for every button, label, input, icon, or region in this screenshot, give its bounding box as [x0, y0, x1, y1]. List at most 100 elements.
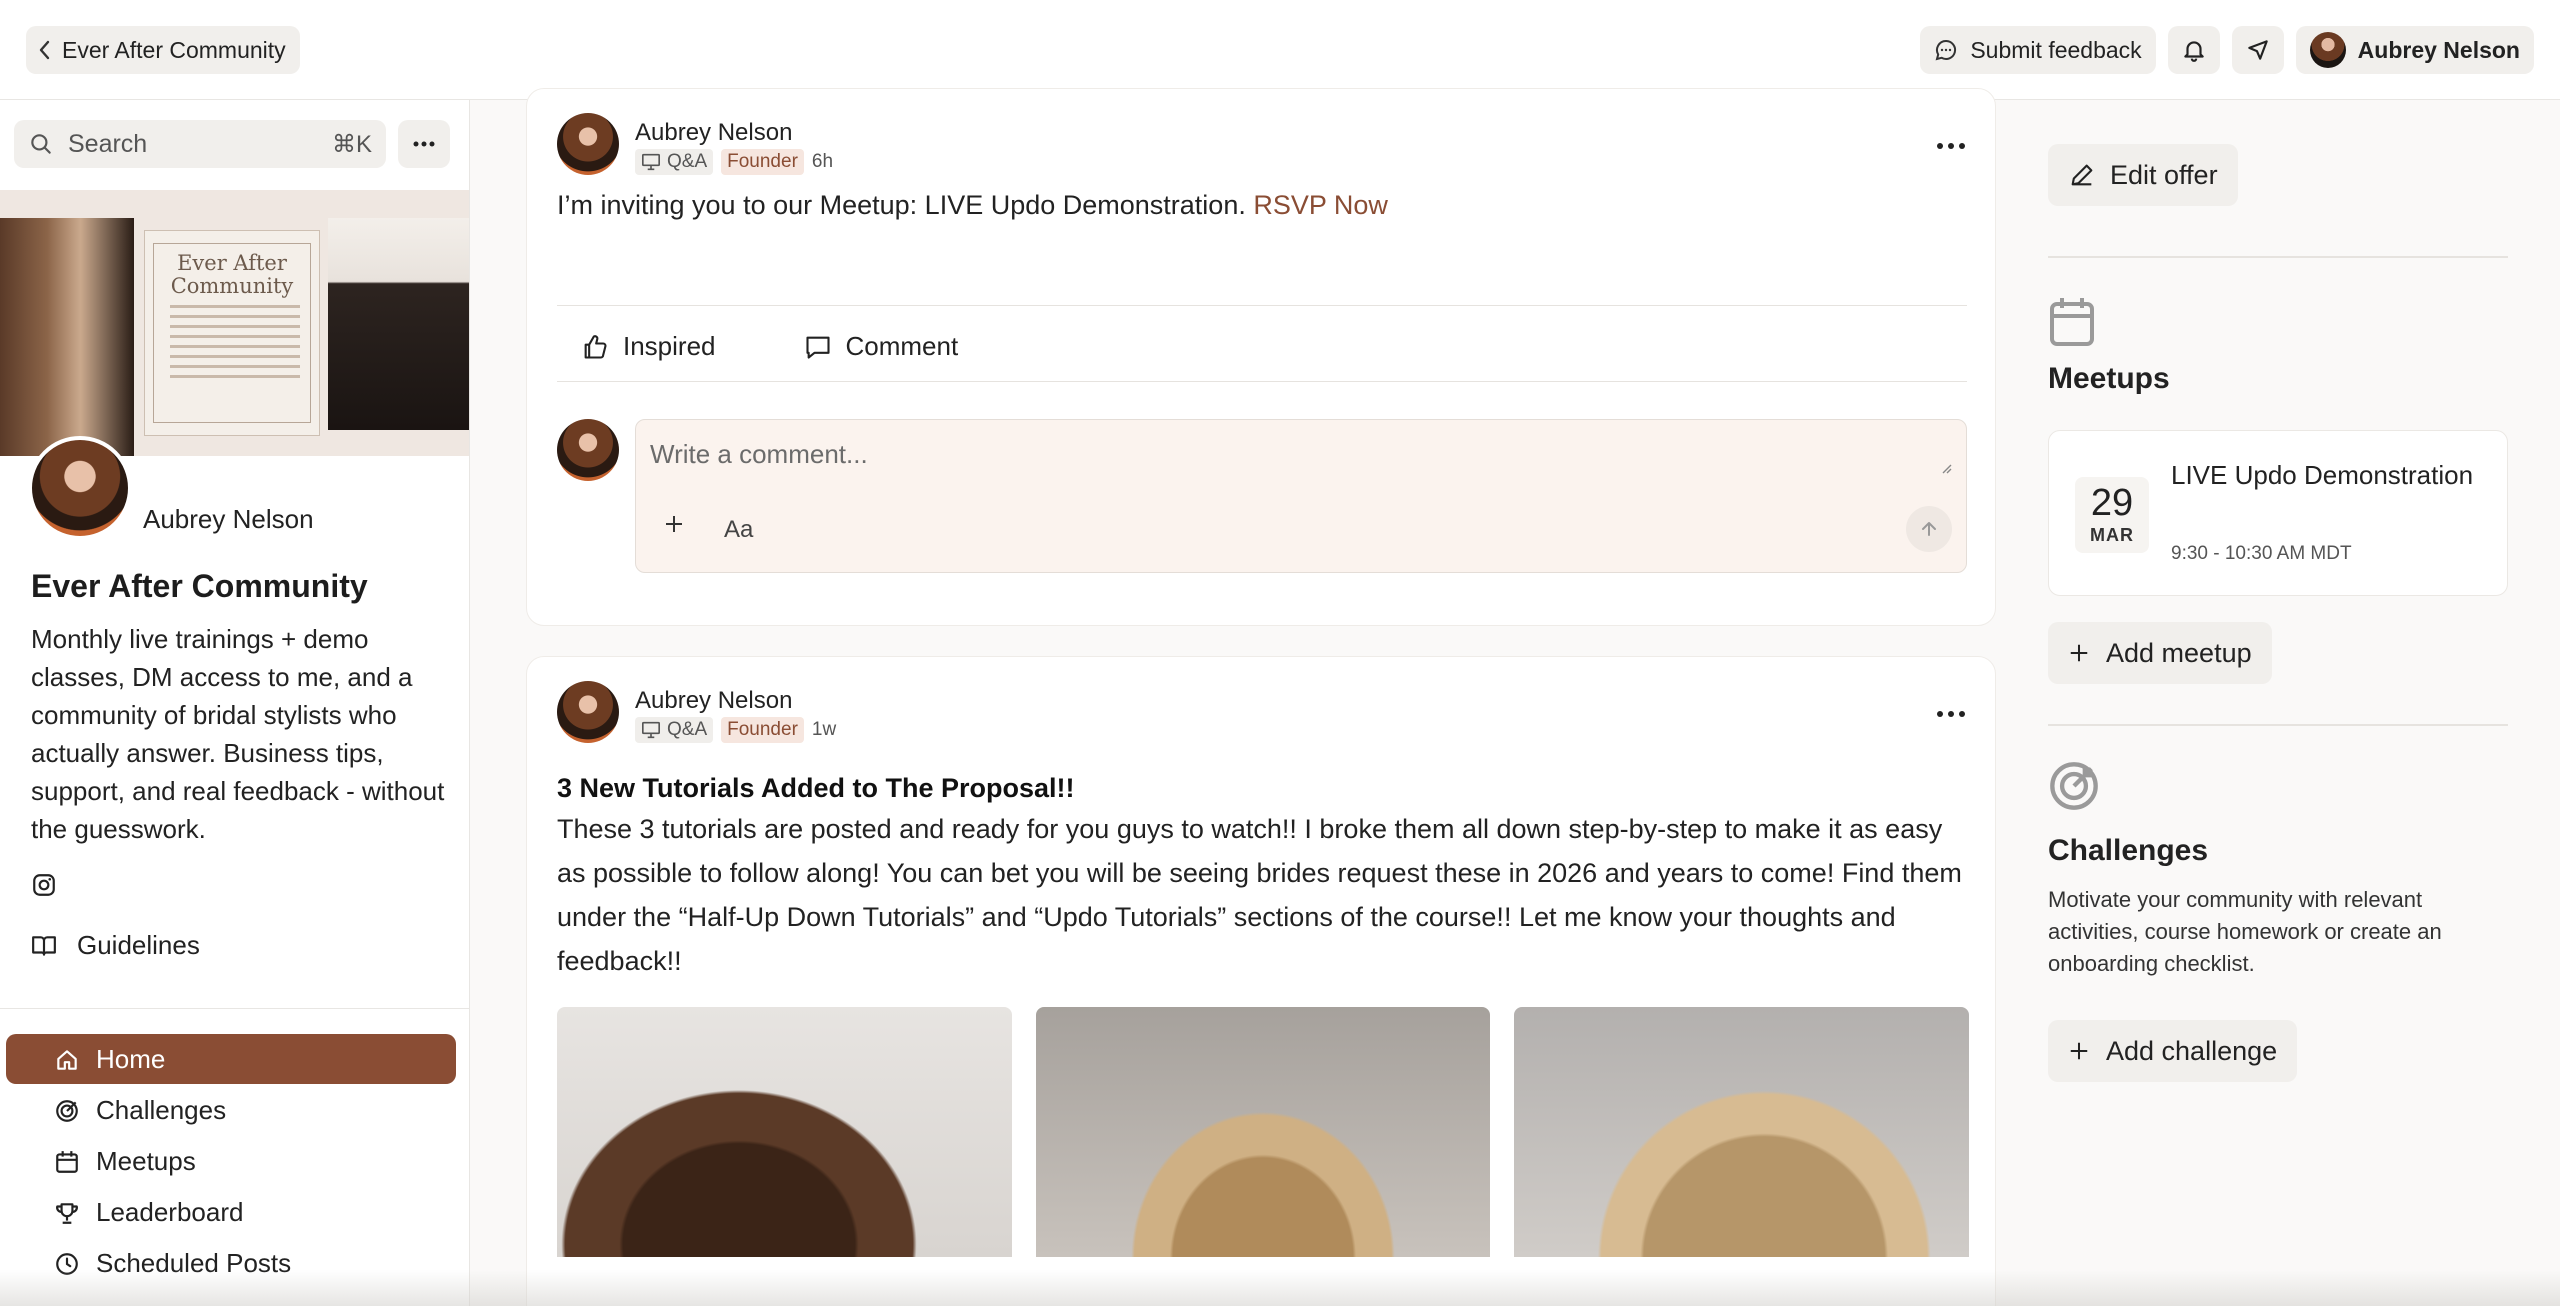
pencil-icon [2071, 164, 2093, 186]
sidebar-item-home[interactable]: Home [6, 1034, 456, 1084]
gallery-image[interactable] [557, 1007, 1012, 1257]
post-meta: Q&A Founder 6h [635, 149, 833, 175]
target-icon [56, 1100, 78, 1122]
guidelines-label: Guidelines [77, 930, 200, 960]
founder-badge: Founder [721, 149, 804, 175]
plus-icon [2070, 644, 2088, 662]
post-author[interactable]: Aubrey Nelson [635, 119, 792, 147]
messages-button[interactable] [2231, 26, 2284, 74]
user-name: Aubrey Nelson [2357, 36, 2520, 63]
comment-button[interactable]: Comment [780, 331, 959, 362]
post-time: 6h [811, 151, 834, 172]
post-meta: Q&A Founder 1w [635, 717, 836, 743]
divider [557, 381, 1967, 382]
gallery-image[interactable] [1514, 1007, 1970, 1257]
sidebar-item-leaderboard[interactable]: Leaderboard [6, 1187, 456, 1237]
like-button[interactable]: Inspired [557, 331, 716, 362]
avatar [2309, 32, 2346, 68]
gallery-image[interactable] [1035, 1007, 1491, 1257]
send-arrow-icon [2247, 40, 2268, 60]
feed: Aubrey Nelson Q&A Founder 6h I’m invitin… [526, 88, 1996, 1306]
sidebar-item-meetups[interactable]: Meetups [6, 1136, 456, 1186]
meetup-time: 9:30 - 10:30 AM MDT [2171, 543, 2352, 564]
back-label: Ever After Community [62, 36, 286, 63]
notifications-button[interactable] [2167, 26, 2220, 74]
post-author[interactable]: Aubrey Nelson [635, 687, 792, 715]
meetup-month: MAR [2090, 525, 2134, 545]
comment-icon [805, 336, 830, 359]
avatar[interactable] [557, 681, 619, 743]
sidebar-item-label: Challenges [96, 1094, 227, 1125]
bottom-shadow [0, 1270, 2560, 1306]
avatar[interactable] [557, 113, 619, 175]
send-comment-button[interactable] [1906, 506, 1952, 552]
edit-offer-label: Edit offer [2110, 159, 2218, 190]
search-placeholder: Search [68, 129, 148, 158]
instagram-link[interactable] [31, 872, 57, 903]
top-bar: Ever After Community Submit feedback Aub… [0, 0, 2560, 100]
post-options-button[interactable] [1937, 143, 1965, 149]
divider [2048, 724, 2508, 726]
monitor-icon [642, 153, 660, 171]
target-icon [2050, 762, 2098, 810]
thumbs-up-icon [584, 334, 607, 359]
community-avatar[interactable] [28, 436, 132, 540]
category-tag[interactable]: Q&A [635, 717, 714, 743]
calendar-icon [56, 1151, 78, 1173]
add-challenge-label: Add challenge [2106, 1035, 2278, 1066]
more-horizontal-icon [413, 141, 435, 147]
add-meetup-button[interactable]: Add meetup [2048, 622, 2272, 684]
sidebar-nav: Home Challenges Meetups Leaderboard Sche… [6, 1034, 456, 1289]
edit-offer-button[interactable]: Edit offer [2048, 144, 2238, 206]
trophy-icon [56, 1203, 78, 1224]
instagram-icon [33, 874, 55, 896]
meetups-heading: Meetups [2048, 362, 2170, 395]
submit-feedback-label: Submit feedback [1970, 36, 2142, 63]
submit-feedback-button[interactable]: Submit feedback [1920, 26, 2156, 74]
post-options-button[interactable] [1937, 711, 1965, 717]
comment-input[interactable] [650, 434, 1940, 474]
monitor-icon [642, 721, 660, 739]
home-icon [57, 1050, 77, 1070]
community-banner: Ever After Community [0, 190, 469, 456]
banner-title: Ever After Community [170, 251, 294, 299]
calendar-icon [2050, 298, 2094, 346]
challenges-heading: Challenges [2048, 834, 2209, 867]
right-panel: Edit offer Meetups 29 MAR LIVE Updo Demo… [2020, 100, 2560, 1306]
challenges-description: Motivate your community with relevant ac… [2048, 887, 2442, 976]
banner-photo-left [0, 218, 134, 456]
post-time: 1w [811, 719, 837, 740]
resize-grip-icon[interactable] [1940, 462, 1952, 474]
category-label: Q&A [667, 151, 708, 172]
search-shortcut: ⌘K [331, 130, 372, 158]
sidebar-item-challenges[interactable]: Challenges [6, 1085, 456, 1135]
add-meetup-label: Add meetup [2106, 637, 2252, 668]
comment-label: Comment [845, 331, 959, 361]
chat-bubble-icon [1935, 39, 1957, 61]
category-label: Q&A [667, 719, 708, 740]
post-body: I’m inviting you to our Meetup: LIVE Upd… [557, 190, 1254, 220]
add-challenge-button[interactable]: Add challenge [2048, 1020, 2298, 1082]
category-tag[interactable]: Q&A [635, 149, 714, 175]
banner-card: Ever After Community [144, 230, 320, 436]
banner-photo-right [328, 218, 469, 430]
plus-icon [2070, 1042, 2088, 1060]
sidebar-more-button[interactable] [398, 120, 450, 168]
plus-icon[interactable] [662, 512, 686, 536]
sidebar: Search ⌘K Ever After Community Aubrey Ne… [0, 100, 470, 1306]
owner-name[interactable]: Aubrey Nelson [143, 504, 314, 535]
post-card: Aubrey Nelson Q&A Founder 1w 3 New Tutor… [526, 656, 1996, 1306]
divider [2048, 256, 2508, 258]
rsvp-link[interactable]: RSVP Now [1253, 190, 1388, 220]
search-bar[interactable]: Search ⌘K [14, 120, 386, 168]
guidelines-link[interactable]: Guidelines [31, 930, 200, 961]
sidebar-divider [0, 1008, 469, 1009]
post-text: I’m inviting you to our Meetup: LIVE Upd… [557, 183, 1388, 227]
arrow-up-icon [1922, 522, 1936, 536]
meetup-card[interactable]: 29 MAR LIVE Updo Demonstration 9:30 - 10… [2048, 430, 2508, 596]
text-format-button[interactable]: Aa [724, 516, 753, 544]
post-actions: Inspired Comment [557, 331, 958, 362]
community-title: Ever After Community [31, 568, 368, 604]
back-button[interactable]: Ever After Community [26, 26, 300, 74]
user-menu-button[interactable]: Aubrey Nelson [2295, 26, 2534, 74]
